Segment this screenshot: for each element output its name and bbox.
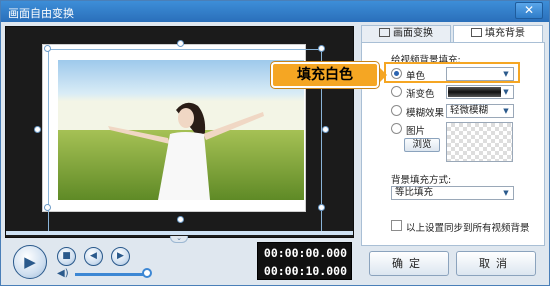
blur-level-value: 轻微模糊 (450, 105, 489, 116)
window-title: 画面自由变换 (8, 7, 74, 20)
total-time: 00:00:10.000 (263, 264, 347, 278)
browse-button[interactable]: 浏览 (404, 138, 440, 152)
blur-level-select[interactable]: 轻微模糊 ▼ (446, 104, 514, 118)
resize-handle[interactable] (322, 126, 329, 133)
resize-handle[interactable] (318, 45, 325, 52)
tab-label: 画面变换 (393, 28, 433, 39)
stop-button[interactable]: ■ (57, 247, 76, 266)
player-controls: ▶ ■ ◀ ▶ ◀) 00:00:00.000 00:00:10.000 (5, 242, 354, 282)
cancel-button[interactable]: 取消 (456, 251, 536, 276)
gradient-picker[interactable]: ▼ (446, 85, 514, 99)
stop-icon: ■ (62, 251, 71, 261)
tab-label: 填充背景 (485, 28, 525, 39)
sync-label: 以上设置同步到所有视频背景 (406, 223, 530, 234)
current-time: 00:00:00.000 (263, 246, 347, 260)
highlight-box (384, 62, 520, 83)
resize-handle[interactable] (177, 40, 184, 47)
option-label: 模糊效果 (406, 108, 445, 119)
fill-icon (471, 28, 482, 37)
option-label: 渐变色 (406, 89, 435, 100)
next-frame-button[interactable]: ▶ (111, 247, 130, 266)
time-display: 00:00:00.000 00:00:10.000 (257, 242, 352, 280)
transform-icon (379, 28, 390, 37)
radio-blur[interactable] (391, 105, 402, 116)
prev-frame-button[interactable]: ◀ (84, 247, 103, 266)
volume-icon[interactable]: ◀) (57, 269, 71, 279)
volume-slider[interactable] (75, 273, 145, 276)
chevron-down-icon: ▼ (503, 107, 509, 115)
title-bar: 画面自由变换 ✕ (1, 1, 549, 22)
resize-handle[interactable] (318, 204, 325, 211)
ok-button[interactable]: 确定 (369, 251, 449, 276)
image-preview (446, 122, 513, 162)
video-preview (5, 26, 354, 238)
next-frame-icon: ▶ (117, 251, 124, 261)
sync-checkbox[interactable] (391, 220, 402, 231)
play-button[interactable]: ▶ (13, 245, 47, 279)
resize-handle[interactable] (44, 204, 51, 211)
fill-mode-label: 背景填充方式: (391, 175, 452, 186)
tab-fill-background[interactable]: 填充背景 (453, 25, 543, 43)
prev-frame-icon: ◀ (90, 251, 97, 261)
fill-mode-select[interactable]: 等比填充 ▼ (391, 186, 514, 200)
transform-dialog: 画面自由变换 ✕ ⌄ ▶ ■ ◀ ▶ ◀) 00:00:00.000 00:00… (0, 0, 550, 286)
chevron-down-icon: ▼ (503, 88, 509, 96)
radio-image[interactable] (391, 123, 402, 134)
play-icon: ▶ (24, 253, 36, 271)
volume-slider-knob[interactable] (142, 268, 152, 278)
chevron-down-icon: ▼ (503, 189, 509, 197)
tab-transform[interactable]: 画面变换 (361, 25, 451, 42)
radio-gradient[interactable] (391, 86, 402, 97)
close-icon: ✕ (523, 3, 535, 17)
option-label: 图片 (406, 126, 426, 137)
resize-handle[interactable] (177, 216, 184, 223)
callout-label: 填充白色 (271, 62, 379, 88)
callout-arrow (379, 67, 387, 83)
resize-handle[interactable] (44, 45, 51, 52)
gradient-swatch (448, 87, 501, 97)
resize-handle[interactable] (34, 126, 41, 133)
close-button[interactable]: ✕ (515, 2, 543, 19)
fill-mode-value: 等比填充 (395, 187, 434, 198)
